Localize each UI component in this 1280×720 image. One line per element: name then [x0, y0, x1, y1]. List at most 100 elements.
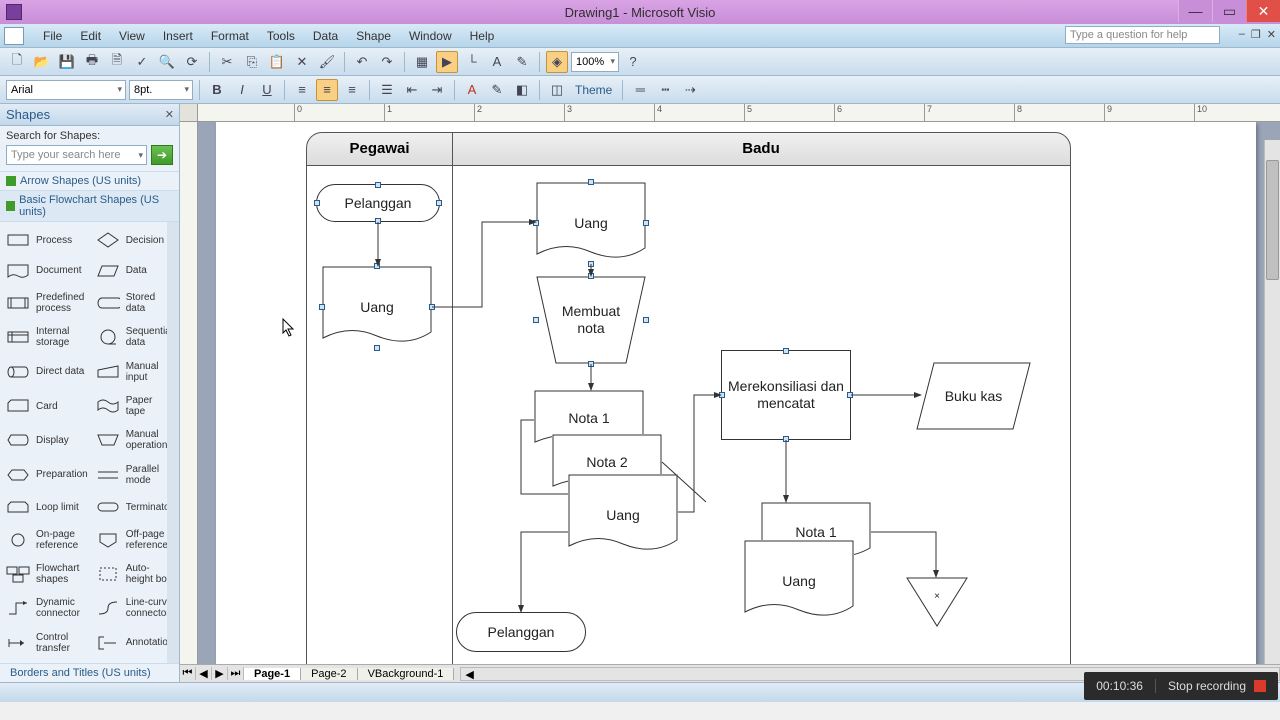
- shape-item-off-page-reference[interactable]: Off-page reference: [92, 523, 178, 555]
- tab-vbackground-1[interactable]: VBackground-1: [358, 668, 455, 680]
- connector-tool-button[interactable]: └: [461, 51, 483, 73]
- mdi-minimize[interactable]: –: [1239, 28, 1245, 41]
- save-button[interactable]: 💾: [56, 51, 78, 73]
- redo-button[interactable]: ↷: [376, 51, 398, 73]
- shape-item-process[interactable]: Process: [2, 226, 92, 254]
- shape-uang-1[interactable]: Uang: [322, 266, 432, 348]
- shape-item-parallel-mode[interactable]: Parallel mode: [92, 459, 178, 491]
- pointer-tool-button[interactable]: ▶: [436, 51, 458, 73]
- shape-uang-4[interactable]: Uang: [744, 540, 854, 622]
- vertical-scrollbar[interactable]: [1264, 140, 1280, 664]
- shapes-window-button[interactable]: ▦: [411, 51, 433, 73]
- tab-next[interactable]: ▶: [212, 667, 228, 680]
- shape-item-paper-tape[interactable]: Paper tape: [92, 390, 178, 422]
- maximize-button[interactable]: ▭: [1212, 0, 1246, 22]
- theme-label[interactable]: Theme: [571, 83, 616, 97]
- menu-window[interactable]: Window: [400, 26, 461, 46]
- underline-button[interactable]: U: [256, 79, 278, 101]
- shape-buku-kas[interactable]: Buku kas: [916, 362, 1031, 430]
- new-button[interactable]: 🗋: [6, 51, 28, 73]
- shape-search-input[interactable]: Type your search here: [6, 145, 147, 165]
- mdi-restore[interactable]: ❐: [1251, 28, 1261, 41]
- menu-tools[interactable]: Tools: [258, 26, 304, 46]
- shape-item-predefined-process[interactable]: Predefined process: [2, 287, 92, 319]
- shape-item-display[interactable]: Display: [2, 424, 92, 456]
- zoom-combo[interactable]: 100%: [571, 52, 619, 72]
- line-weight-button[interactable]: ═: [629, 79, 651, 101]
- shape-item-card[interactable]: Card: [2, 390, 92, 422]
- menu-help[interactable]: Help: [461, 26, 504, 46]
- line-color-button[interactable]: ✎: [486, 79, 508, 101]
- shape-item-decision[interactable]: Decision: [92, 226, 178, 254]
- shape-item-preparation[interactable]: Preparation: [2, 459, 92, 491]
- minimize-button[interactable]: —: [1178, 0, 1212, 22]
- menu-view[interactable]: View: [110, 26, 154, 46]
- shape-item-terminator[interactable]: Terminator: [92, 493, 178, 521]
- page[interactable]: Pegawai Badu Pelanggan: [216, 122, 1256, 664]
- shapes-scrollbar[interactable]: [167, 222, 179, 663]
- shape-item-stored-data[interactable]: Stored data: [92, 287, 178, 319]
- tab-page-2[interactable]: Page-2: [301, 668, 357, 680]
- ink-tool-button[interactable]: ✎: [511, 51, 533, 73]
- line-pattern-button[interactable]: ┅: [654, 79, 676, 101]
- align-left-button[interactable]: ≡: [291, 79, 313, 101]
- fill-color-button[interactable]: ◧: [511, 79, 533, 101]
- theme-button[interactable]: ◫: [546, 79, 568, 101]
- shape-item-document[interactable]: Document: [2, 256, 92, 284]
- mdi-close[interactable]: ✕: [1267, 28, 1276, 41]
- indent-dec-button[interactable]: ⇤: [401, 79, 423, 101]
- align-center-button[interactable]: ≡: [316, 79, 338, 101]
- bullets-button[interactable]: ☰: [376, 79, 398, 101]
- shape-item-sequential-data[interactable]: Sequential data: [92, 321, 178, 353]
- tab-first[interactable]: ⏮: [180, 667, 196, 680]
- delete-button[interactable]: ✕: [291, 51, 313, 73]
- menu-format[interactable]: Format: [202, 26, 258, 46]
- spellcheck-button[interactable]: ✓: [131, 51, 153, 73]
- shape-item-control-transfer[interactable]: Control transfer: [2, 627, 92, 659]
- stencil-basic-flowchart[interactable]: Basic Flowchart Shapes (US units): [0, 190, 179, 221]
- refresh-button[interactable]: ⟳: [181, 51, 203, 73]
- shape-item-manual-input[interactable]: Manual input: [92, 356, 178, 388]
- align-right-button[interactable]: ≡: [341, 79, 363, 101]
- shape-item-dynamic-connector[interactable]: Dynamic connector: [2, 592, 92, 624]
- shape-search-go-button[interactable]: ➔: [151, 145, 173, 165]
- close-button[interactable]: ✕: [1246, 0, 1280, 22]
- print-preview-button[interactable]: 🗎: [106, 51, 128, 73]
- document-icon[interactable]: [4, 27, 24, 45]
- font-color-button[interactable]: A: [461, 79, 483, 101]
- shape-item-direct-data[interactable]: Direct data: [2, 356, 92, 388]
- research-button[interactable]: 🔍: [156, 51, 178, 73]
- undo-button[interactable]: ↶: [351, 51, 373, 73]
- shape-pelanggan-2[interactable]: Pelanggan: [456, 612, 586, 652]
- menu-file[interactable]: File: [34, 26, 71, 46]
- shape-offpage[interactable]: ×: [906, 577, 968, 627]
- shapes-close-icon[interactable]: ✕: [165, 108, 174, 121]
- help-search[interactable]: Type a question for help: [1065, 26, 1220, 44]
- shape-item-line-curve-connector[interactable]: Line-curve connector: [92, 592, 178, 624]
- shape-uang-3[interactable]: Uang: [568, 474, 678, 556]
- open-button[interactable]: 📂: [31, 51, 53, 73]
- shape-item-loop-limit[interactable]: Loop limit: [2, 493, 92, 521]
- help-button[interactable]: ?: [622, 51, 644, 73]
- paste-button[interactable]: 📋: [266, 51, 288, 73]
- shape-item-manual-operation[interactable]: Manual operation: [92, 424, 178, 456]
- stencil-arrow-shapes[interactable]: Arrow Shapes (US units): [0, 171, 179, 190]
- stop-recording-button[interactable]: Stop recording: [1156, 679, 1278, 693]
- tab-page-1[interactable]: Page-1: [244, 668, 301, 680]
- shape-item-annotation[interactable]: Annotation: [92, 627, 178, 659]
- bold-button[interactable]: B: [206, 79, 228, 101]
- menu-shape[interactable]: Shape: [347, 26, 400, 46]
- font-combo[interactable]: Arial: [6, 80, 126, 100]
- stencil-borders-titles[interactable]: Borders and Titles (US units): [0, 663, 179, 682]
- shape-item-data[interactable]: Data: [92, 256, 178, 284]
- autoconnect-button[interactable]: ◈: [546, 51, 568, 73]
- menu-edit[interactable]: Edit: [71, 26, 110, 46]
- shape-membuat-nota[interactable]: Membuat nota: [536, 276, 646, 364]
- text-tool-button[interactable]: A: [486, 51, 508, 73]
- menu-data[interactable]: Data: [304, 26, 347, 46]
- shape-item-auto-height-box[interactable]: Auto-height box: [92, 558, 178, 590]
- shape-item-on-page-reference[interactable]: On-page reference: [2, 523, 92, 555]
- tab-last[interactable]: ⏭: [228, 667, 244, 680]
- shape-pelanggan-1[interactable]: Pelanggan: [316, 184, 440, 222]
- shape-uang-2[interactable]: Uang: [536, 182, 646, 264]
